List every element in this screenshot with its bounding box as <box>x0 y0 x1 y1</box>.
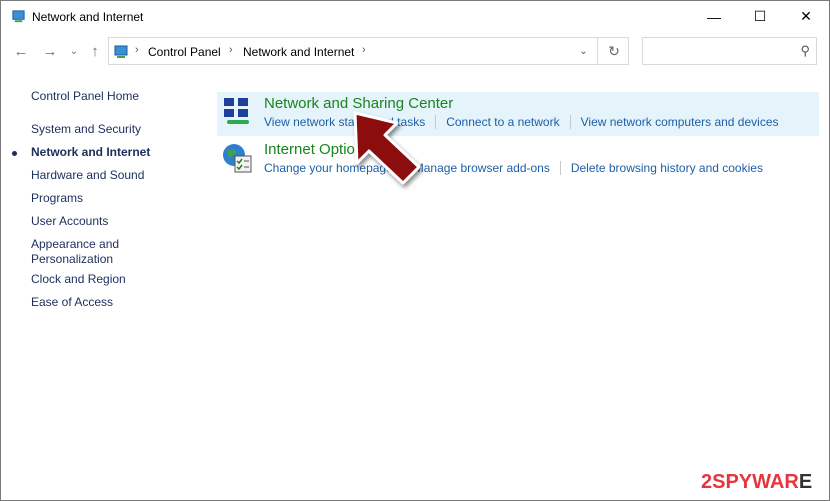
view-network-computers-link[interactable]: View network computers and devices <box>581 115 779 129</box>
control-panel-window: Network and Internet — ☐ ✕ ← → ⌄ ↑ › Con… <box>0 0 830 501</box>
active-bullet-icon <box>12 151 17 156</box>
close-button[interactable]: ✕ <box>783 1 829 32</box>
sidebar-item-personalization[interactable]: Personalization <box>31 252 113 267</box>
breadcrumb-separator[interactable]: › <box>135 44 139 56</box>
breadcrumb-separator[interactable]: › <box>362 44 366 56</box>
watermark-part2: WAR <box>752 471 799 493</box>
pointer-arrow-icon <box>353 111 421 185</box>
sidebar-item-network-and-internet[interactable]: Network and Internet <box>31 145 150 160</box>
breadcrumb-separator[interactable]: › <box>229 44 233 56</box>
sidebar-item-control-panel-home[interactable]: Control Panel Home <box>31 89 139 104</box>
category-internet-options: Internet Options Change your homepage Ma… <box>217 138 819 182</box>
refresh-button[interactable]: ↻ <box>597 38 630 64</box>
sidebar-item-appearance[interactable]: Appearance and <box>31 237 119 252</box>
manage-browser-addons-link[interactable]: Manage browser add-ons <box>414 161 550 175</box>
category-network-and-sharing-center: Network and Sharing Center View network … <box>217 92 819 136</box>
delete-browsing-history-link[interactable]: Delete browsing history and cookies <box>571 161 763 175</box>
maximize-button[interactable]: ☐ <box>737 1 783 32</box>
network-folder-icon <box>12 10 25 23</box>
recent-locations-button[interactable]: ⌄ <box>64 41 84 61</box>
network-folder-icon <box>114 45 128 58</box>
sidebar-item-system-and-security[interactable]: System and Security <box>31 122 141 137</box>
link-divider <box>435 115 437 129</box>
up-button[interactable]: ↑ <box>85 41 105 61</box>
network-sharing-icon <box>224 98 249 124</box>
link-divider <box>569 115 571 129</box>
window-title: Network and Internet <box>32 10 144 24</box>
watermark-part1: 2SPY <box>701 471 753 493</box>
forward-button[interactable]: → <box>40 41 60 61</box>
address-bar[interactable]: › Control Panel › Network and Internet ›… <box>108 37 629 65</box>
task-links: Change your homepage Manage browser add-… <box>264 161 763 175</box>
sidebar-item-user-accounts[interactable]: User Accounts <box>31 214 108 229</box>
address-dropdown-button[interactable]: ⌄ <box>571 38 596 64</box>
breadcrumb-control-panel[interactable]: Control Panel <box>148 45 221 59</box>
search-icon: ⚲ <box>800 43 810 58</box>
sidebar-item-ease-of-access[interactable]: Ease of Access <box>31 295 113 310</box>
connect-to-network-link[interactable]: Connect to a network <box>446 115 559 129</box>
breadcrumb-network-and-internet[interactable]: Network and Internet <box>243 45 354 59</box>
title-bar: Network and Internet — ☐ ✕ <box>1 1 829 32</box>
watermark-logo: 2SPYWARE <box>701 471 812 494</box>
search-input[interactable]: ⚲ <box>642 37 817 65</box>
navigation-bar: ← → ⌄ ↑ › Control Panel › Network and In… <box>1 37 829 67</box>
sidebar-item-hardware-and-sound[interactable]: Hardware and Sound <box>31 168 144 183</box>
sidebar-item-programs[interactable]: Programs <box>31 191 83 206</box>
watermark-part3: E <box>798 471 813 493</box>
minimize-button[interactable]: — <box>691 1 737 32</box>
sidebar-item-clock-and-region[interactable]: Clock and Region <box>31 272 126 287</box>
back-button[interactable]: ← <box>11 41 31 61</box>
link-divider <box>559 161 561 175</box>
internet-options-icon <box>223 144 252 173</box>
